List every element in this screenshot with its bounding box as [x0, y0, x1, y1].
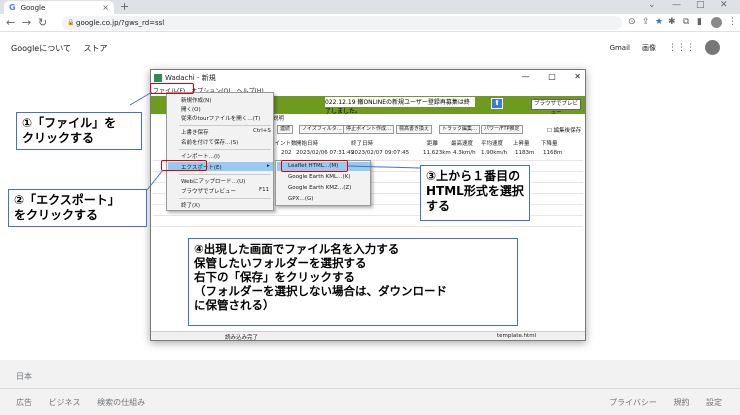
callout-step3: ③上から１番目の HTML形式を選択 する: [420, 165, 530, 221]
leader-line-2: [146, 169, 164, 191]
callout-step4-line3: 右下の「保存」をクリックする: [194, 270, 355, 284]
callout-step1-line2: クリックする: [22, 131, 95, 145]
callout-step4-line2: 保管したいフォルダーを選択する: [194, 256, 367, 270]
callout-step4-line1: ④出現した画面でファイル名を入力する: [194, 242, 400, 256]
callout-step4-line4: （フォルダーを選択しない場合は、ダウンロード: [194, 284, 447, 298]
callout-step3-line2: HTML形式を選択: [426, 184, 524, 198]
callout-step2: ②「エクスポート」 をクリックする: [8, 189, 147, 227]
callout-step1-line1: ①「ファイル」を: [22, 116, 117, 130]
leader-line-1: [129, 91, 153, 106]
callout-step2-line2: をクリックする: [14, 208, 99, 222]
callout-step4: ④出現した画面でファイル名を入力する 保管したいフォルダーを選択する 右下の「保…: [188, 238, 518, 326]
callout-step1: ①「ファイル」を クリックする: [16, 112, 142, 150]
callout-step4-line5: に保管される）: [194, 298, 275, 312]
callout-step3-line3: する: [426, 199, 451, 213]
callout-step2-line1: ②「エクスポート」: [14, 193, 120, 207]
leader-line-3: [347, 165, 421, 169]
callout-step3-line1: ③上から１番目の: [426, 169, 521, 183]
